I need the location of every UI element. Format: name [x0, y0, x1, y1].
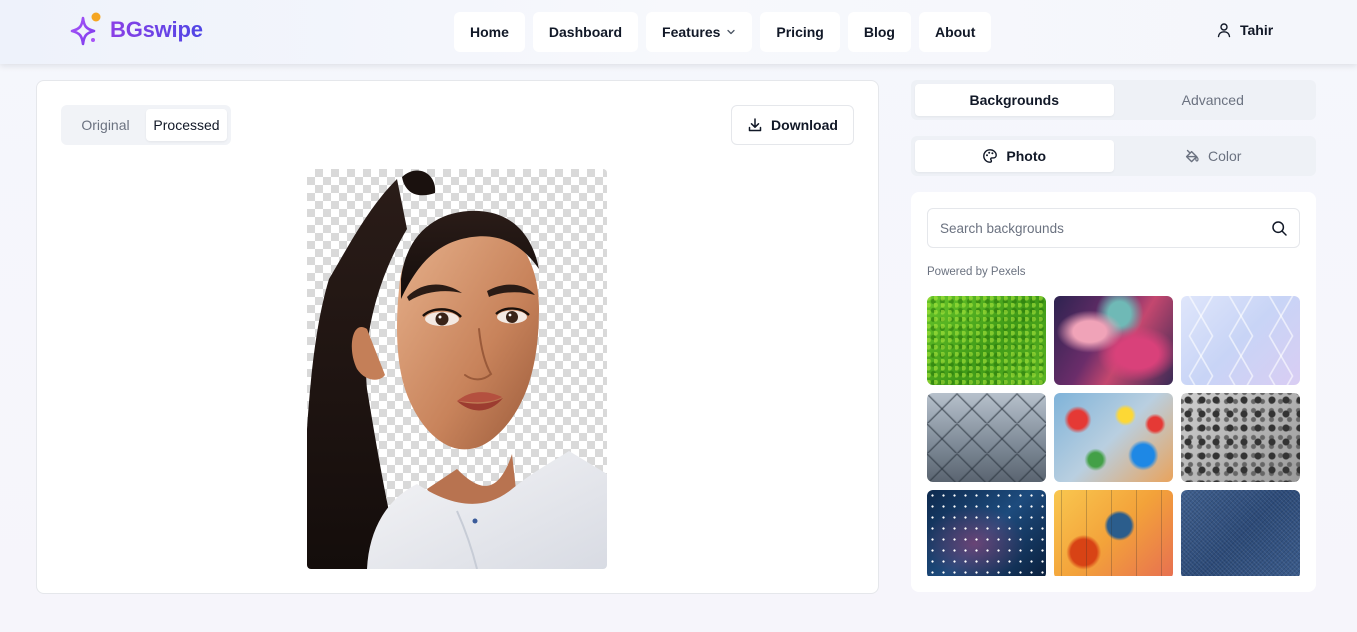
background-thumbnail-grid — [927, 296, 1300, 576]
palette-icon — [983, 149, 998, 163]
top-navbar: BGswipe Home Dashboard Features Pricing … — [0, 0, 1357, 64]
chevron-down-icon — [727, 29, 736, 35]
background-picker: Powered by Pexels — [911, 192, 1316, 592]
nav-features-label: Features — [662, 24, 721, 40]
nav-blog-label: Blog — [863, 24, 895, 40]
nav-dashboard[interactable]: Dashboard — [532, 12, 639, 52]
background-thumbnail[interactable] — [1054, 296, 1173, 385]
nav-pricing-label: Pricing — [776, 24, 824, 40]
background-thumbnail[interactable] — [1181, 393, 1300, 482]
panel-tabs: Backgrounds Advanced — [911, 80, 1316, 120]
main-nav: Home Dashboard Features Pricing Blog Abo… — [454, 12, 992, 52]
user-menu[interactable]: Tahir — [1216, 22, 1273, 38]
toggle-processed[interactable]: Processed — [146, 109, 227, 141]
nav-blog[interactable]: Blog — [847, 12, 911, 52]
toggle-original[interactable]: Original — [65, 109, 146, 141]
brand-name: BGswipe — [110, 17, 203, 42]
nav-about-label: About — [934, 24, 976, 40]
download-label: Download — [771, 117, 838, 133]
toggle-processed-label: Processed — [153, 117, 220, 133]
background-thumbnail[interactable] — [927, 490, 1046, 576]
search-box — [927, 208, 1300, 248]
user-icon — [1217, 23, 1231, 38]
tab-photo[interactable]: Photo — [915, 140, 1114, 172]
nav-features[interactable]: Features — [646, 12, 753, 52]
background-thumbnail[interactable] — [927, 296, 1046, 385]
search-input[interactable] — [928, 209, 1299, 247]
tab-backgrounds-label: Backgrounds — [969, 92, 1059, 108]
background-thumbnail[interactable] — [1054, 393, 1173, 482]
tab-backgrounds[interactable]: Backgrounds — [915, 84, 1114, 116]
portrait-cutout-image — [307, 170, 607, 569]
processed-image-canvas[interactable] — [307, 169, 607, 569]
nav-dashboard-label: Dashboard — [548, 24, 623, 40]
nav-home-label: Home — [470, 24, 509, 40]
brand-logo[interactable]: BGswipe — [68, 12, 203, 48]
view-toggle: Original Processed — [61, 105, 231, 145]
nav-about[interactable]: About — [918, 12, 992, 52]
background-thumbnail[interactable] — [927, 393, 1046, 482]
download-button[interactable]: Download — [731, 105, 854, 145]
background-thumbnail[interactable] — [1181, 296, 1300, 385]
background-thumbnail[interactable] — [1054, 490, 1173, 576]
tab-color-label: Color — [1208, 148, 1242, 164]
nav-pricing[interactable]: Pricing — [760, 12, 840, 52]
toggle-original-label: Original — [81, 117, 130, 133]
background-source-tabs: Photo Color — [911, 136, 1316, 176]
tab-photo-label: Photo — [1006, 148, 1047, 164]
tab-advanced-label: Advanced — [1181, 92, 1244, 108]
image-editor-card: Original Processed Download — [36, 80, 879, 594]
tab-color[interactable]: Color — [1114, 140, 1313, 172]
tab-advanced[interactable]: Advanced — [1114, 84, 1313, 116]
powered-by-pexels: Powered by Pexels — [927, 266, 1026, 278]
search-icon[interactable] — [1271, 220, 1288, 237]
paint-bucket-icon — [1185, 149, 1199, 163]
download-icon — [748, 118, 762, 132]
user-name: Tahir — [1240, 22, 1274, 38]
nav-home[interactable]: Home — [454, 12, 525, 52]
sparkle-logo-icon — [70, 12, 101, 46]
background-thumbnail[interactable] — [1181, 490, 1300, 576]
